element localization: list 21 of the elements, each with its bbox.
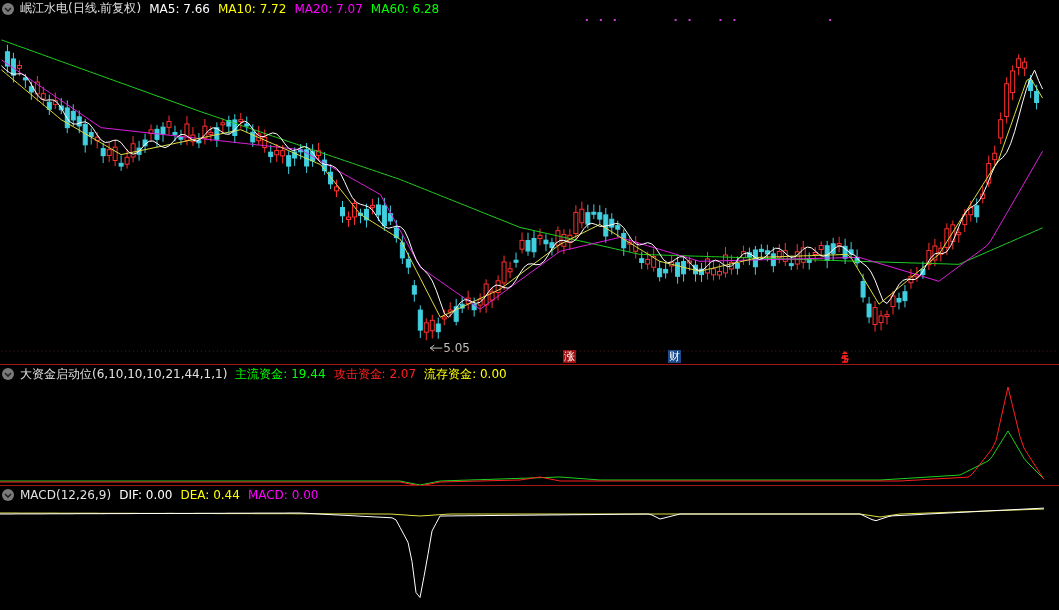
- dollar-sign-icon[interactable]: [841, 351, 849, 363]
- indicator-value: DIF: 0.00: [119, 488, 173, 502]
- chevron-down-icon[interactable]: [2, 368, 14, 380]
- low-price-label: 5.05: [443, 341, 470, 356]
- indicator-title: 大资金启动位(6,10,10,10,21,44,1,1): [20, 365, 228, 383]
- low-price-arrow-icon: [429, 344, 443, 352]
- chevron-down-icon[interactable]: [2, 2, 14, 15]
- indicator-value: DEA: 0.44: [180, 488, 240, 502]
- event-marker[interactable]: 涨: [563, 350, 576, 363]
- event-marker[interactable]: 财: [668, 350, 681, 363]
- indicator-value: MACD: 0.00: [247, 488, 319, 502]
- indicator-value: 攻击资金: 2.07: [333, 365, 417, 383]
- indicator-value: MA5: 7.66: [149, 1, 210, 16]
- indicator-value: MA10: 7.72: [217, 1, 287, 16]
- indicator-value: 主流资金: 19.44: [235, 365, 326, 383]
- chevron-down-icon[interactable]: [2, 489, 14, 501]
- chart-title: 岷江水电(日线.前复权): [20, 0, 142, 18]
- indicator-value: MA20: 7.07: [294, 1, 363, 16]
- indicator-value: MA60: 6.28: [370, 1, 440, 16]
- indicator-title: MACD(12,26,9): [20, 488, 112, 502]
- indicator-value: 流存资金: 0.00: [424, 365, 507, 383]
